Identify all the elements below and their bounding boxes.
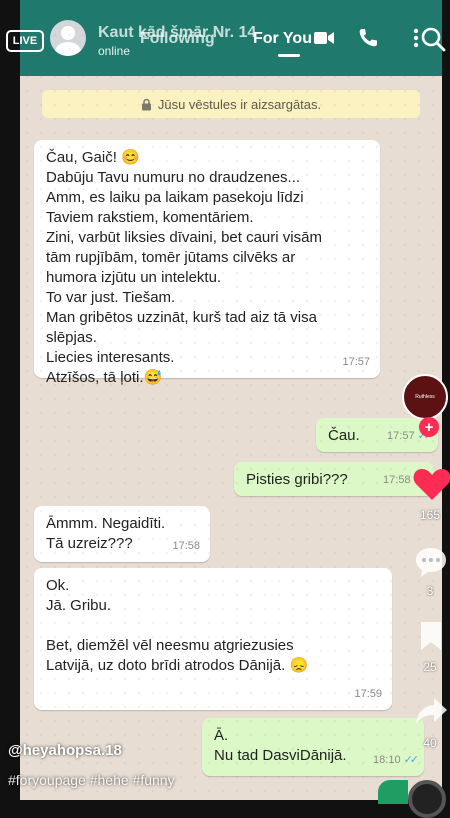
message-bubble-incoming[interactable]: Čau, Gaič! 😊 Dabūju Tavu numuru no draud… [34, 140, 380, 386]
sound-disc-icon[interactable] [408, 780, 446, 818]
message-line: Man gribētos uzzināt, kurš tad aiz tā vi… [46, 309, 317, 326]
message-line: Ā. [214, 727, 229, 744]
follow-button[interactable]: + [419, 417, 439, 437]
message-line [46, 616, 380, 636]
video-hashtags[interactable]: #foryoupage #hehe #funny [8, 772, 175, 788]
tab-following[interactable]: Following [140, 30, 215, 48]
message-line: Latvijā, uz doto brīdi atrodos Dānijā. 😞 [46, 657, 309, 674]
live-button[interactable]: LIVE [6, 30, 44, 52]
message-bubble-outgoing[interactable]: Pisties gribi??? 17:58✓✓ [234, 462, 434, 496]
chat-screen: Kaut kād šmār Nr. 14 online Jūsu vēstule… [20, 0, 442, 800]
like-heart-icon[interactable] [412, 466, 450, 502]
message-line: Jā. Gribu. [46, 597, 112, 614]
video-call-icon[interactable] [312, 26, 336, 50]
chat-header: Kaut kād šmār Nr. 14 online [20, 0, 442, 76]
active-tab-indicator [278, 54, 300, 57]
encryption-notice-text: Jūsu vēstules ir aizsargātas. [157, 96, 322, 112]
message-time: 18:10 [373, 754, 401, 766]
message-line: Āmmm. Negaidīti. [46, 515, 166, 532]
share-count: 40 [423, 736, 437, 750]
message-time: 17:58 [172, 540, 200, 552]
comment-icon[interactable] [414, 546, 448, 578]
message-line: humora izjūtu un intelektu. [46, 269, 222, 286]
comment-count: 3 [426, 584, 434, 598]
message-bubble-incoming[interactable]: Ok. Jā. Gribu. Bet, diemžēl vēl neesmu a… [34, 568, 392, 710]
share-arrow-icon[interactable] [414, 696, 448, 726]
message-line: Čau, Gaič! 😊 [46, 149, 140, 166]
bookmark-count: 25 [423, 660, 437, 674]
message-line: Liecies interesants. [46, 349, 175, 366]
message-line: Zini, varbūt liksies dīvaini, bet cauri … [46, 229, 322, 246]
message-line: Atzīšos, tā ļoti.😅 [46, 369, 163, 386]
tab-for-you[interactable]: For You [253, 30, 312, 48]
creator-avatar-label: Ruthless [415, 394, 435, 400]
contact-avatar[interactable] [50, 20, 86, 56]
read-ticks-icon: ✓✓ [403, 754, 420, 766]
message-bubble-incoming[interactable]: Āmmm. Negaidīti. Tā uzreiz??? 17:58 [34, 506, 210, 562]
message-line: Dabūju Tavu numuru no draudzenes... [46, 169, 301, 186]
message-line: Amm, es laiku pa laikam pasekoju līdzi [46, 189, 304, 206]
message-time: 17:59 [354, 688, 382, 700]
search-icon[interactable] [420, 26, 446, 52]
lock-icon [141, 98, 151, 110]
phone-call-icon[interactable] [356, 26, 380, 50]
message-line: Bet, diemžēl vēl neesmu atgriezusies [46, 637, 294, 654]
contact-status: online [98, 44, 131, 58]
encryption-notice: Jūsu vēstules ir aizsargātas. [42, 90, 420, 118]
message-line: slēpjas. [46, 329, 97, 346]
message-time: 17:57 [342, 356, 370, 368]
message-time: 17:58 [383, 474, 411, 486]
message-bubble-outgoing[interactable]: Ā. Nu tad DasviDānijā. 18:10 ✓✓ [202, 718, 424, 776]
message-line: Ok. [46, 577, 70, 594]
like-count: 165 [419, 508, 441, 522]
message-line: Taviem rakstiem, komentāriem. [46, 209, 254, 226]
send-button[interactable] [378, 780, 408, 804]
creator-username[interactable]: @heyahopsa.18 [8, 742, 122, 759]
message-line: tām rupjībām, tomēr jūtams cilvēks ar [46, 249, 296, 266]
message-time: 17:57 [387, 430, 415, 442]
bookmark-icon[interactable] [418, 620, 444, 652]
message-line: To var just. Tiešam. [46, 289, 176, 306]
creator-avatar[interactable]: Ruthless [402, 374, 448, 420]
